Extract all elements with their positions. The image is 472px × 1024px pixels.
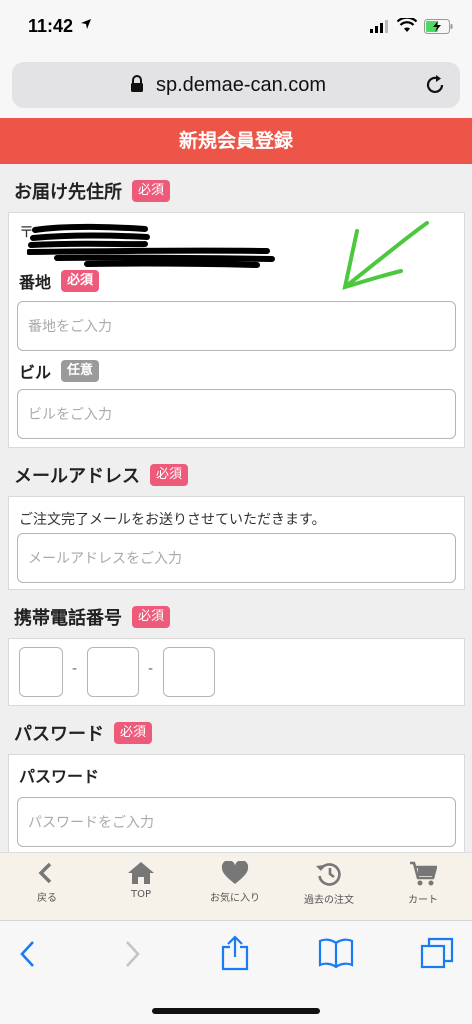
registration-form: お届け先住所 必須 〒 番地 必須 番地をご入力 ビル 任意 ビルをご入力 メー… [0, 164, 472, 852]
url-bar[interactable]: sp.demae-can.com [12, 62, 460, 108]
nav-cart-label: カート [408, 895, 438, 906]
banchi-label: 番地 [19, 273, 52, 292]
cart-icon [410, 861, 437, 886]
building-label: ビル [19, 363, 52, 382]
required-badge: 必須 [132, 606, 171, 628]
password-card: パスワード パスワードをご入力 [8, 754, 465, 852]
page-title: 新規会員登録 [0, 118, 472, 164]
optional-badge: 任意 [61, 360, 100, 382]
phone-part2-input[interactable] [87, 647, 139, 697]
url-text: sp.demae-can.com [156, 74, 327, 96]
email-note: ご注文完了メールをお送りさせていただきます。 [19, 512, 326, 528]
wifi-icon [397, 18, 417, 32]
tabs-icon[interactable] [420, 937, 454, 969]
nav-favorites-label: お気に入り [210, 893, 260, 904]
nav-top-button[interactable]: TOP [94, 861, 188, 900]
app-bottom-nav: 戻る TOP お気に入り 過去の注文 カート [0, 852, 472, 920]
email-input[interactable]: メールアドレスをご入力 [17, 533, 456, 583]
heart-icon [221, 861, 249, 884]
address-section-header: お届け先住所 必須 [14, 178, 171, 204]
cellular-signal-icon [370, 20, 388, 33]
building-label-row: ビル 任意 [19, 359, 100, 383]
nav-favorites-button[interactable]: お気に入り [188, 861, 282, 904]
nav-top-label: TOP [130, 889, 151, 900]
password-field-label: パスワード [19, 767, 100, 786]
battery-charging-icon [424, 19, 453, 34]
required-badge: 必須 [132, 180, 171, 202]
share-icon[interactable] [220, 935, 250, 971]
status-time: 11:42 [28, 16, 74, 36]
nav-back-button[interactable]: 戻る [0, 861, 94, 904]
history-icon [316, 863, 341, 886]
nav-history-button[interactable]: 過去の注文 [282, 861, 376, 906]
email-section-header: メールアドレス 必須 [14, 462, 189, 488]
browser-forward-icon[interactable] [122, 939, 142, 969]
email-section-title: メールアドレス [14, 466, 140, 487]
bookmarks-icon[interactable] [318, 937, 354, 969]
email-card: ご注文完了メールをお送りさせていただきます。 メールアドレスをご入力 [8, 496, 465, 590]
password-input[interactable]: パスワードをご入力 [17, 797, 456, 847]
redaction-scribble [27, 223, 275, 268]
phone-part1-input[interactable] [19, 647, 63, 697]
green-arrow-annotation [342, 221, 429, 290]
status-bar: 11:42 [0, 0, 472, 56]
banchi-label-row: 番地 必須 [19, 269, 100, 293]
lock-icon [131, 75, 143, 92]
required-badge: 必須 [61, 270, 100, 292]
phone-section-header: 携帯電話番号 必須 [14, 604, 171, 630]
browser-address-area: sp.demae-can.com [0, 56, 472, 118]
required-badge: 必須 [150, 464, 189, 486]
nav-back-label: 戻る [37, 893, 57, 904]
nav-cart-button[interactable]: カート [376, 861, 470, 906]
phone-card: - - [8, 638, 465, 706]
password-section-title: パスワード [14, 724, 104, 745]
chevron-left-icon [38, 862, 52, 884]
address-section-title: お届け先住所 [14, 182, 122, 203]
location-arrow-icon [81, 19, 91, 29]
phone-separator: - [148, 661, 154, 677]
building-input[interactable]: ビルをご入力 [17, 389, 456, 439]
password-section-header: パスワード 必須 [14, 720, 153, 746]
nav-history-label: 過去の注文 [304, 895, 354, 906]
banchi-input[interactable]: 番地をご入力 [17, 301, 456, 351]
password-label-row: パスワード [19, 763, 99, 787]
phone-separator: - [72, 661, 78, 677]
phone-part3-input[interactable] [163, 647, 215, 697]
reload-icon[interactable] [426, 74, 446, 96]
required-badge: 必須 [114, 722, 153, 744]
phone-section-title: 携帯電話番号 [14, 608, 122, 629]
address-card: 〒 番地 必須 番地をご入力 ビル 任意 ビルをご入力 [8, 212, 465, 448]
browser-back-icon[interactable] [18, 939, 38, 969]
home-icon [128, 862, 154, 884]
home-indicator [152, 1008, 320, 1014]
